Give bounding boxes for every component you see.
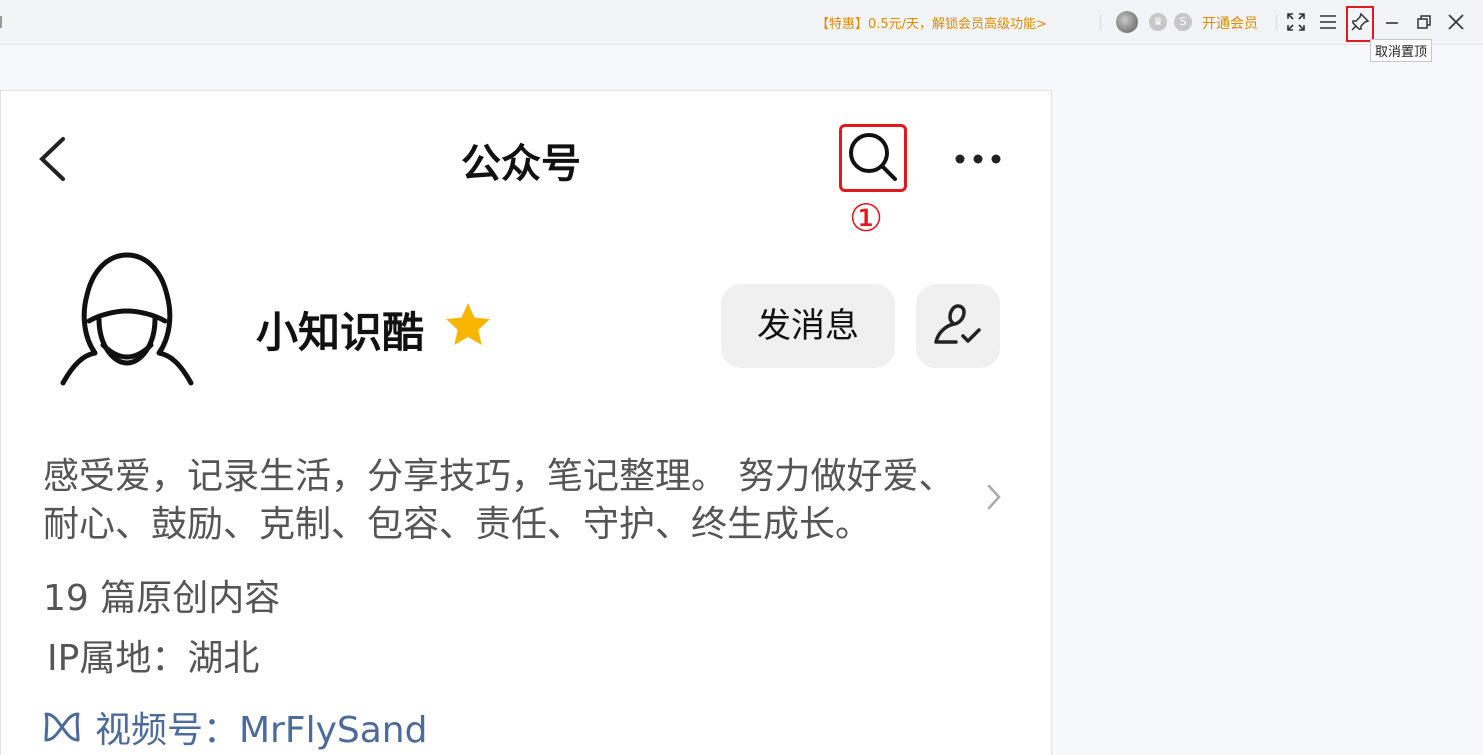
fullscreen-icon[interactable]	[1284, 10, 1308, 34]
video-channel-text: 视频号：MrFlySand	[95, 710, 428, 751]
search-highlight-box	[839, 124, 907, 192]
pin-highlight-box	[1346, 6, 1374, 42]
video-channel-link[interactable]: 视频号：MrFlySand	[43, 701, 427, 753]
follow-button[interactable]	[916, 284, 1000, 368]
user-avatar[interactable]	[1116, 11, 1138, 33]
video-channel-icon	[44, 712, 80, 742]
chevron-right-icon[interactable]	[986, 483, 1002, 515]
user-followed-icon	[934, 304, 981, 344]
menu-icon[interactable]	[1316, 10, 1340, 34]
window-titlebar: 【特惠】0.5元/天，解锁会员高级功能> ♛ S 开通会员	[0, 0, 1483, 45]
more-options-icon[interactable]	[953, 151, 1003, 170]
svip-badge-icon[interactable]: S	[1174, 13, 1192, 31]
minimize-icon[interactable]	[1380, 10, 1404, 34]
step-annotation: ①	[849, 196, 884, 240]
account-logo	[59, 249, 199, 393]
ip-location: IP属地：湖北	[47, 638, 260, 679]
vip-crown-icon[interactable]: ♛	[1149, 13, 1167, 31]
promo-link[interactable]: 【特惠】0.5元/天，解锁会员高级功能>	[816, 13, 1047, 32]
restore-icon[interactable]	[1412, 10, 1436, 34]
article-screenshot: 公众号 ① 小知识酷 发消息 感受爱，记录生活，分享技巧，笔记整理。 努力做好爱…	[0, 90, 1052, 755]
account-name: 小知识酷	[256, 308, 425, 357]
open-vip-link[interactable]: 开通会员	[1202, 13, 1258, 33]
titlebar-edge-mark	[0, 16, 2, 28]
divider	[1276, 14, 1277, 30]
account-description: 感受爱，记录生活，分享技巧，笔记整理。 努力做好爱、耐心、鼓励、克制、包容、责任…	[43, 456, 955, 545]
page-title: 公众号	[461, 141, 581, 187]
back-arrow-icon[interactable]	[37, 136, 67, 186]
close-icon[interactable]	[1444, 10, 1468, 34]
send-message-button[interactable]: 发消息	[721, 284, 895, 368]
pin-tooltip: 取消置顶	[1370, 39, 1433, 62]
original-count: 19 篇原创内容	[43, 578, 281, 619]
star-icon[interactable]	[444, 301, 492, 351]
divider	[1100, 14, 1101, 30]
